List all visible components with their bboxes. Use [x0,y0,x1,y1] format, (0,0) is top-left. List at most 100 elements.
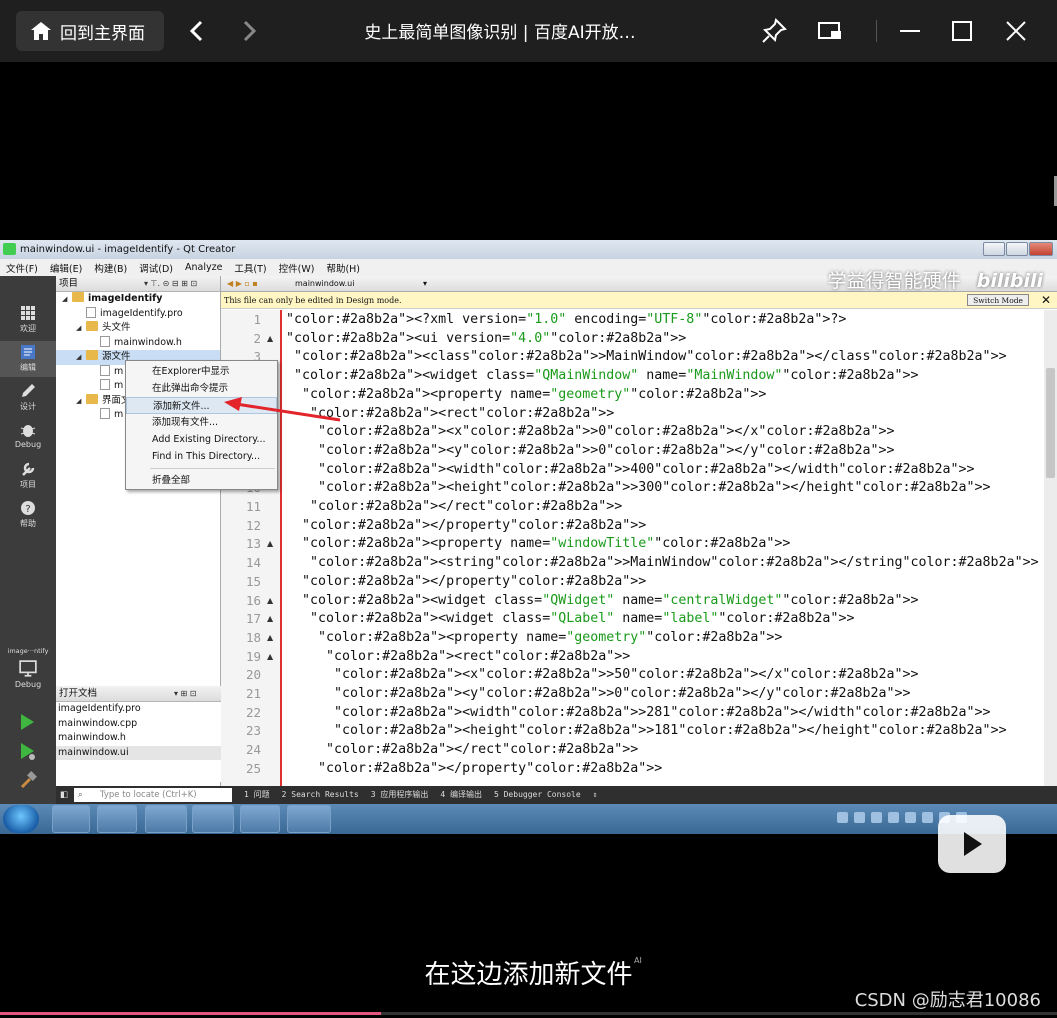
tree-item[interactable]: mainwindow.h [56,335,220,351]
qt-minimize-button[interactable] [983,242,1005,256]
back-arrow-icon[interactable] [186,19,208,43]
code-line[interactable]: "color:#2a8b2a"><width"color:#2a8b2a">>2… [286,705,991,720]
code-line[interactable]: "color:#2a8b2a"><property name="geometry… [286,630,782,645]
output-tabs-more-icon[interactable]: ⇕ [593,786,598,804]
code-line[interactable]: "color:#2a8b2a"><string"color:#2a8b2a">>… [286,555,1039,570]
open-document-item[interactable]: imageIdentify.pro [56,702,221,717]
picture-in-picture-icon[interactable] [816,17,844,45]
tree-item[interactable]: imageIdentify.pro [56,306,220,322]
menu-item[interactable]: 工具(T) [234,261,266,275]
menu-item[interactable]: 帮助(H) [326,261,360,275]
qt-close-button[interactable] [1029,242,1053,256]
forward-arrow-icon[interactable] [238,19,260,43]
taskbar-paint[interactable] [192,805,234,833]
start-button[interactable] [3,805,39,833]
mode-bug[interactable]: Debug [0,419,56,455]
code-line[interactable]: "color:#2a8b2a"><ui version="4.0""color:… [286,331,686,346]
tray-icon[interactable] [905,812,916,823]
menu-item[interactable]: 文件(F) [6,261,38,275]
code-line[interactable]: "color:#2a8b2a"><widget class="QWidget" … [286,593,919,608]
build-hammer-icon[interactable] [19,771,37,789]
tree-item[interactable]: ◢ 头文件 [56,321,220,336]
taskbar-notepad[interactable] [240,805,280,833]
fold-marker-icon[interactable]: ▲ [267,596,273,605]
menu-item[interactable]: 构建(B) [94,261,127,275]
code-line[interactable]: "color:#2a8b2a"><property name="geometry… [286,387,766,402]
code-line[interactable]: "color:#2a8b2a"><y"color:#2a8b2a">>0"col… [286,443,894,458]
fold-marker-icon[interactable]: ▲ [267,334,273,343]
code-line[interactable]: "color:#2a8b2a"></rect"color:#2a8b2a">> [286,742,638,757]
pane-toolbar-icons[interactable]: ▾ ⊤. ⊝ ⊟ ⊞ ⊡ [144,276,197,292]
tree-item[interactable]: ◢ imageIdentify [56,292,220,307]
context-menu-item[interactable]: 在此弹出命令提示 [126,380,277,397]
play-button[interactable] [938,815,1006,873]
code-line[interactable]: "color:#2a8b2a"></property"color:#2a8b2a… [286,518,646,533]
code-line[interactable]: "color:#2a8b2a"><class"color:#2a8b2a">>M… [286,349,1007,364]
code-line[interactable]: "color:#2a8b2a"></property"color:#2a8b2a… [286,574,646,589]
code-line[interactable]: "color:#2a8b2a"><height"color:#2a8b2a">>… [286,480,991,495]
code-editor[interactable]: ◀ ▶ ▫ ▪ mainwindow.ui ▾ This file can on… [221,276,1057,786]
code-line[interactable]: "color:#2a8b2a"><y"color:#2a8b2a">>0"col… [286,686,910,701]
kit-selector[interactable]: Debug [0,660,56,689]
maximize-icon[interactable] [948,17,976,45]
editor-tab[interactable]: mainwindow.ui [295,279,354,288]
open-document-item[interactable]: mainwindow.cpp [56,717,221,732]
fold-marker-icon[interactable]: ▲ [267,652,273,661]
switch-mode-button[interactable]: Switch Mode [967,294,1029,306]
tray-icon[interactable] [837,812,848,823]
code-line[interactable]: "color:#2a8b2a"><?xml version="1.0" enco… [286,312,846,327]
output-tab[interactable]: 1 问题 [244,786,270,804]
video-progress-bar[interactable] [0,1012,1057,1015]
menu-item[interactable]: 调试(D) [139,261,173,275]
infobar-close-icon[interactable]: ✕ [1041,292,1051,309]
run-icon[interactable] [19,713,35,731]
qt-maximize-button[interactable] [1006,242,1028,256]
tray-icon[interactable] [922,812,933,823]
mode-edit[interactable]: 编辑 [0,341,56,377]
code-line[interactable]: "color:#2a8b2a"><widget class="QMainWind… [286,368,919,383]
code-line[interactable]: "color:#2a8b2a"><x"color:#2a8b2a">>50"co… [286,667,918,682]
tray-icon[interactable] [871,812,882,823]
debug-run-icon[interactable] [19,742,37,762]
code-line[interactable]: "color:#2a8b2a"><widget class="QLabel" n… [286,611,854,626]
fold-marker-icon[interactable]: ▲ [267,614,273,623]
code-line[interactable]: "color:#2a8b2a"></property"color:#2a8b2a… [286,761,662,776]
mode-wrench[interactable]: 项目 [0,458,56,494]
output-tab[interactable]: 4 编译输出 [440,786,482,804]
mode-help[interactable]: ? 帮助 [0,497,56,533]
menu-item[interactable]: 编辑(E) [50,261,82,275]
context-menu-item[interactable]: Add Existing Directory... [126,431,277,448]
code-line[interactable]: "color:#2a8b2a"><width"color:#2a8b2a">>4… [286,462,975,477]
home-button[interactable]: 回到主界面 [16,11,164,51]
mode-pen[interactable]: 设计 [0,380,56,416]
locate-input[interactable]: ⌕ Type to locate (Ctrl+K) [74,788,232,802]
minimize-icon[interactable] [896,17,924,45]
tree-expand-icon[interactable]: ◢ [62,292,72,307]
output-tab[interactable]: 3 应用程序输出 [371,786,429,804]
tree-expand-icon[interactable]: ◢ [76,394,86,409]
mode-grid[interactable]: 欢迎 [0,302,56,338]
video-frame[interactable]: mainwindow.ui - imageIdentify - Qt Creat… [0,240,1057,834]
open-document-item[interactable]: mainwindow.h [56,731,221,746]
project-pane-title[interactable]: 项目 [59,278,78,289]
code-line[interactable]: "color:#2a8b2a"><height"color:#2a8b2a">>… [286,723,1007,738]
output-tab[interactable]: 5 Debugger Console [494,786,581,804]
context-menu-item[interactable]: 在Explorer中显示 [126,363,277,380]
taskbar-explorer[interactable] [52,805,90,833]
code-line[interactable]: "color:#2a8b2a"><x"color:#2a8b2a">>0"col… [286,424,894,439]
tree-expand-icon[interactable]: ◢ [76,321,86,336]
close-icon[interactable] [1002,17,1030,45]
taskbar-ie[interactable] [287,805,331,833]
open-documents-title[interactable]: 打开文档 [59,688,97,699]
output-tab[interactable]: 2 Search Results [282,786,359,804]
context-menu-item[interactable]: 折叠全部 [126,472,277,489]
pin-icon[interactable] [760,17,788,45]
tray-icon[interactable] [888,812,899,823]
open-docs-toolbar-icons[interactable]: ▾ ⊞ ⊡ [174,686,197,702]
menu-item[interactable]: 控件(W) [279,261,315,275]
code-text-area[interactable]: "color:#2a8b2a"><?xml version="1.0" enco… [284,310,1044,786]
tree-expand-icon[interactable]: ◢ [76,350,86,365]
toggle-sidebar-icon[interactable]: ◧ [60,786,68,804]
scrollbar-thumb[interactable] [1046,368,1055,478]
chevron-down-icon[interactable]: ▾ [423,276,427,292]
